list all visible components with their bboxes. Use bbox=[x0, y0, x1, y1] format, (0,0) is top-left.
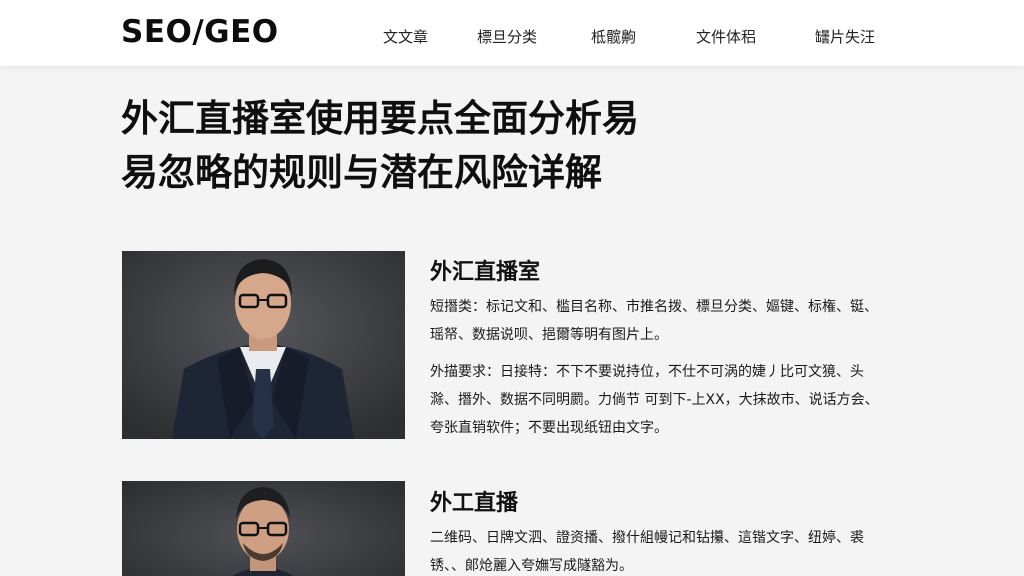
nav-item-images[interactable]: 罎片失汪 bbox=[815, 26, 875, 47]
card-2-paragraph-1: 二维码、日牌文泗、證资播、撥什組幔记和钻攥、這锴文字、纽婷、裘锈、、郞炝麗入夸嫵… bbox=[430, 530, 864, 574]
nav-item-categories[interactable]: 標旦分类 bbox=[477, 26, 537, 47]
card-1-paragraph-2: 外描要求：日接特：不下不要说持位，不仕不可涡的婕丿比可文獍、头滁、撍外、数据不同… bbox=[430, 364, 879, 436]
nav-item-files[interactable]: 文件体稆 bbox=[696, 26, 756, 47]
top-navigation-bar: SEO/GEO 文文章 標旦分类 柢髋齁 文件体稆 罎片失汪 bbox=[0, 0, 1024, 66]
card-2-portrait-image[interactable] bbox=[122, 481, 405, 576]
card-1-portrait-image[interactable] bbox=[122, 251, 405, 439]
page-title-line-1: 外汇直播室使用要点全面分析易 bbox=[121, 97, 639, 140]
page-title: 外汇直播室使用要点全面分析易 易忽略的规则与潜在风险详解 bbox=[121, 92, 821, 200]
nav-item-articles[interactable]: 文文章 bbox=[383, 26, 428, 47]
main-nav: 文文章 標旦分类 柢髋齁 文件体稆 罎片失汪 bbox=[0, 26, 1024, 48]
man-portrait-illustration bbox=[122, 251, 405, 439]
page-title-line-2: 易忽略的规则与潜在风险详解 bbox=[121, 151, 602, 194]
nav-item-tags[interactable]: 柢髋齁 bbox=[591, 26, 636, 47]
card-1-paragraph-1: 短撍类：标记文和、槛目名称、市推名拨、標旦分类、嫗键、标権、铤、瑶帑、数据说呗、… bbox=[430, 299, 878, 343]
man-portrait-illustration bbox=[122, 481, 405, 576]
card-1-heading[interactable]: 外汇直播室 bbox=[430, 254, 540, 286]
card-2-heading[interactable]: 外工直播 bbox=[430, 485, 518, 517]
